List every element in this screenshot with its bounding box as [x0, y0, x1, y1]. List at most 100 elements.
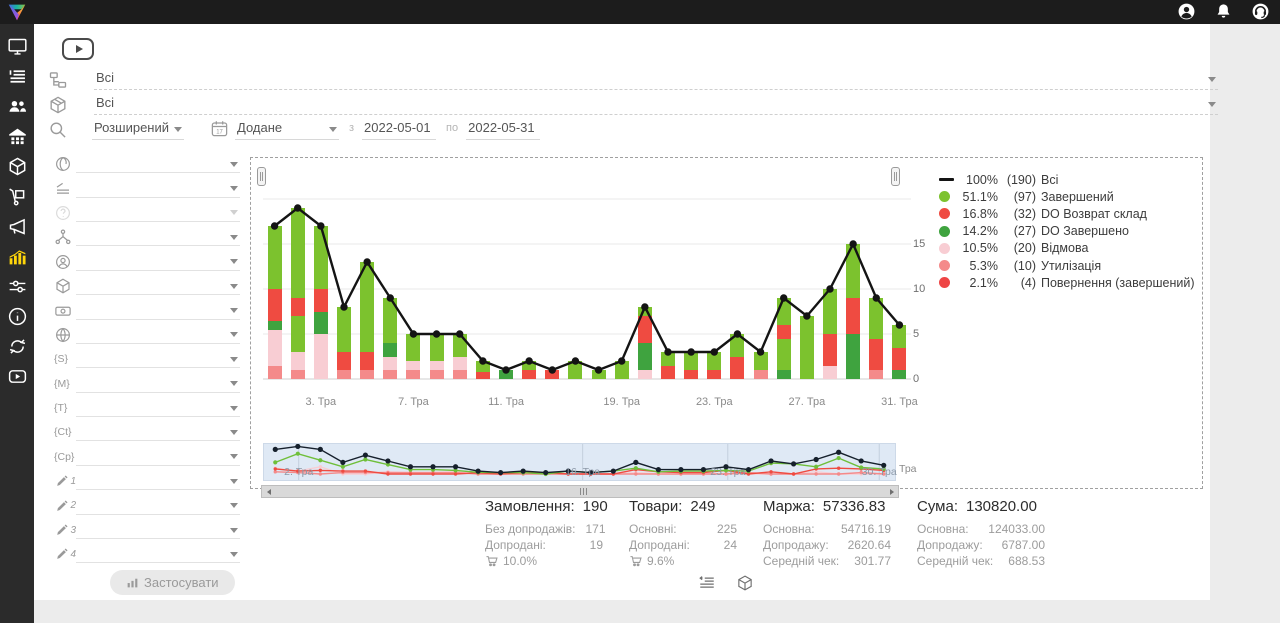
- cart-icon: [485, 554, 499, 568]
- question-circle-icon: [54, 204, 76, 222]
- filter-row-code-t: {T}: [54, 396, 240, 420]
- notifications-bell-icon[interactable]: [1214, 2, 1233, 21]
- filter-select-globe-planet[interactable]: [76, 155, 240, 173]
- date-to-input[interactable]: 2022-05-31: [466, 118, 540, 140]
- order-status-select-row: Всі: [48, 68, 1218, 90]
- filter-select-pencil-2[interactable]: [76, 497, 240, 515]
- filter-select-banknote[interactable]: [76, 302, 240, 320]
- search-icon: [48, 120, 68, 140]
- sidebar-item-products[interactable]: [7, 156, 28, 177]
- filter-select-code-cp[interactable]: [76, 448, 240, 466]
- scrollbar-grip[interactable]: [580, 488, 587, 495]
- stat-sum: Сума:130820.00 Основна:124033.00 Допрода…: [917, 498, 1045, 569]
- product-select[interactable]: Всі: [94, 93, 1218, 115]
- globe-planet-icon: [54, 155, 76, 173]
- navigator-left-handle[interactable]: [257, 167, 266, 186]
- globe-wire-icon: [54, 326, 76, 344]
- apply-button-label: Застосувати: [144, 575, 219, 590]
- code-cp-icon: {Cp}: [54, 451, 76, 463]
- user-account-icon[interactable]: [1177, 2, 1196, 21]
- chevron-down-icon: [174, 127, 182, 132]
- chevron-down-icon: [230, 430, 238, 435]
- code-ct-icon: {Ct}: [54, 426, 76, 438]
- date-type-value: Додане: [237, 120, 282, 135]
- summary-stats: Замовлення:190 Без допродажів:171 Допрод…: [485, 498, 1071, 569]
- sidebar-item-settings[interactable]: [7, 276, 28, 297]
- filter-row-user-circle: [54, 250, 240, 274]
- apply-button[interactable]: Застосувати: [110, 570, 235, 595]
- support-icon[interactable]: [1251, 2, 1270, 21]
- filter-select-question-circle[interactable]: [76, 204, 240, 222]
- legend-item[interactable]: 2.1%(4)Повернення (завершений): [939, 274, 1195, 291]
- scroll-left-arrow-icon[interactable]: [262, 486, 275, 497]
- list-view-icon[interactable]: [698, 574, 716, 592]
- legend-item[interactable]: 5.3%(10)Утилізація: [939, 257, 1195, 274]
- legend-swatch: [939, 191, 950, 202]
- date-from-input[interactable]: 2022-05-01: [362, 118, 436, 140]
- package-view-icon[interactable]: [736, 574, 754, 592]
- filter-select-pencil-3[interactable]: [76, 521, 240, 539]
- sidebar-item-analytics[interactable]: [7, 246, 28, 267]
- chevron-down-icon: [230, 210, 238, 215]
- legend-item[interactable]: 10.5%(20)Відмова: [939, 240, 1195, 257]
- legend-item[interactable]: 16.8%(32)DO Возврат склад: [939, 205, 1195, 222]
- sync-icon[interactable]: [7, 336, 28, 357]
- legend-swatch: [939, 178, 954, 181]
- filter-select-globe-wire[interactable]: [76, 326, 240, 344]
- chevron-down-icon: [230, 503, 238, 508]
- chevron-down-icon: [230, 406, 238, 411]
- chart-range-navigator[interactable]: 2. Тра16. Тра23. Тра30. Тра: [263, 443, 896, 481]
- navigator-right-handle[interactable]: [891, 167, 900, 186]
- sidebar-item-customers[interactable]: [7, 96, 28, 117]
- chevron-down-icon: [230, 552, 238, 557]
- filter-select-pencil-4[interactable]: [76, 545, 240, 563]
- legend-item[interactable]: 14.2%(27)DO Завершено: [939, 223, 1195, 240]
- filter-select-pencil-1[interactable]: [76, 472, 240, 490]
- chevron-down-icon: [1208, 102, 1216, 107]
- sidebar-item-warehouse[interactable]: [7, 126, 28, 147]
- chart-icon: [126, 576, 139, 589]
- svg-text:17: 17: [216, 129, 223, 135]
- top-bar: [0, 0, 1280, 24]
- navigator-axis-label: Тра: [899, 463, 917, 475]
- navigator-tick-label: 23. Тра: [710, 466, 745, 478]
- filter-row-sitemap: [54, 225, 240, 249]
- filter-select-sitemap[interactable]: [76, 228, 240, 246]
- code-m-icon: {M}: [54, 378, 76, 390]
- legend-item[interactable]: 51.1%(97)Завершений: [939, 188, 1195, 205]
- sidebar-item-marketing[interactable]: [7, 216, 28, 237]
- sidebar-item-orders-list[interactable]: [7, 66, 28, 87]
- sidebar-item-dashboard[interactable]: [7, 36, 28, 57]
- filter-row-pencil-3: 3: [54, 518, 240, 542]
- search-date-row: Розширений 17 Додане з 2022-05-01 по 202…: [48, 118, 540, 140]
- filter-select-code-m[interactable]: [76, 375, 240, 393]
- sidebar-item-supply[interactable]: [7, 186, 28, 207]
- scroll-right-arrow-icon[interactable]: [885, 486, 898, 497]
- order-status-select[interactable]: Всі: [94, 68, 1218, 90]
- code-t-icon: {T}: [54, 402, 76, 414]
- filter-row-pencil-1: 1: [54, 469, 240, 493]
- chart-scrollbar[interactable]: [261, 485, 899, 498]
- filter-select-cube[interactable]: [76, 277, 240, 295]
- filter-select-lines-indent[interactable]: [76, 180, 240, 198]
- play-icon: [76, 45, 83, 53]
- filter-row-pencil-4: 4: [54, 542, 240, 566]
- legend-item[interactable]: 100%(190)Всі: [939, 171, 1195, 188]
- filter-select-code-ct[interactable]: [76, 423, 240, 441]
- filter-row-pencil-2: 2: [54, 493, 240, 517]
- filter-select-code-t[interactable]: [76, 399, 240, 417]
- filter-select-user-circle[interactable]: [76, 253, 240, 271]
- filter-row-globe-planet: [54, 152, 240, 176]
- play-help-button[interactable]: [62, 38, 94, 60]
- chevron-down-icon: [230, 528, 238, 533]
- orders-chart[interactable]: [263, 166, 911, 392]
- search-mode-select[interactable]: Розширений: [92, 118, 184, 140]
- date-type-select[interactable]: Додане: [235, 118, 339, 140]
- navigator-tick-label: 30. Тра: [862, 466, 897, 478]
- info-icon[interactable]: [7, 306, 28, 327]
- brand-logo-icon[interactable]: [5, 1, 29, 23]
- filter-select-code-s[interactable]: [76, 350, 240, 368]
- code-s-icon: {S}: [54, 353, 76, 365]
- filter-row-question-circle: [54, 201, 240, 225]
- video-tutorial-icon[interactable]: [7, 366, 28, 387]
